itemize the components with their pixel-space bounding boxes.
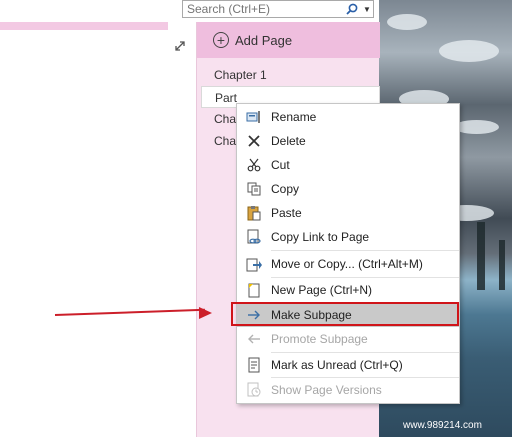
annotation-arrow-head (199, 307, 212, 319)
page-context-menu: Rename Delete Cut Copy Paste Copy Link t… (236, 103, 460, 404)
rename-icon (237, 105, 271, 129)
mark-unread-icon (237, 353, 271, 377)
link-icon (237, 225, 271, 249)
note-canvas[interactable] (0, 30, 196, 437)
page-item[interactable]: Chapter 1 (201, 64, 380, 86)
search-box[interactable]: ▼ (182, 0, 374, 18)
menu-item-mark-unread[interactable]: Mark as Unread (Ctrl+Q) (237, 353, 459, 377)
menu-item-move-copy[interactable]: Move or Copy... (Ctrl+Alt+M) (237, 252, 459, 276)
page-versions-icon (237, 378, 271, 402)
menu-item-delete[interactable]: Delete (237, 129, 459, 153)
watermark: www.989214.com (403, 420, 482, 431)
search-input[interactable] (183, 1, 343, 17)
menu-separator (271, 250, 459, 251)
chevron-down-icon[interactable]: ▼ (361, 1, 373, 17)
menu-item-copy[interactable]: Copy (237, 177, 459, 201)
menu-item-promote-subpage[interactable]: Promote Subpage (237, 327, 459, 351)
expand-icon[interactable] (170, 38, 190, 58)
menu-item-cut[interactable]: Cut (237, 153, 459, 177)
scissors-icon (237, 153, 271, 177)
search-icon[interactable] (343, 1, 361, 17)
add-page-button[interactable]: + Add Page (197, 22, 380, 58)
menu-item-new-page[interactable]: New Page (Ctrl+N) (237, 278, 459, 302)
arrow-left-icon (237, 327, 271, 351)
menu-item-paste[interactable]: Paste (237, 201, 459, 225)
delete-icon (237, 129, 271, 153)
paste-icon (237, 201, 271, 225)
copy-icon (237, 177, 271, 201)
plus-icon: + (213, 32, 229, 48)
menu-item-rename[interactable]: Rename (237, 105, 459, 129)
highlight-box (231, 302, 459, 326)
new-page-icon (237, 278, 271, 302)
menu-item-copy-link[interactable]: Copy Link to Page (237, 225, 459, 249)
section-tab-strip (0, 22, 168, 30)
add-page-label: Add Page (235, 32, 293, 48)
move-copy-icon (237, 252, 271, 276)
menu-item-show-versions[interactable]: Show Page Versions (237, 378, 459, 402)
